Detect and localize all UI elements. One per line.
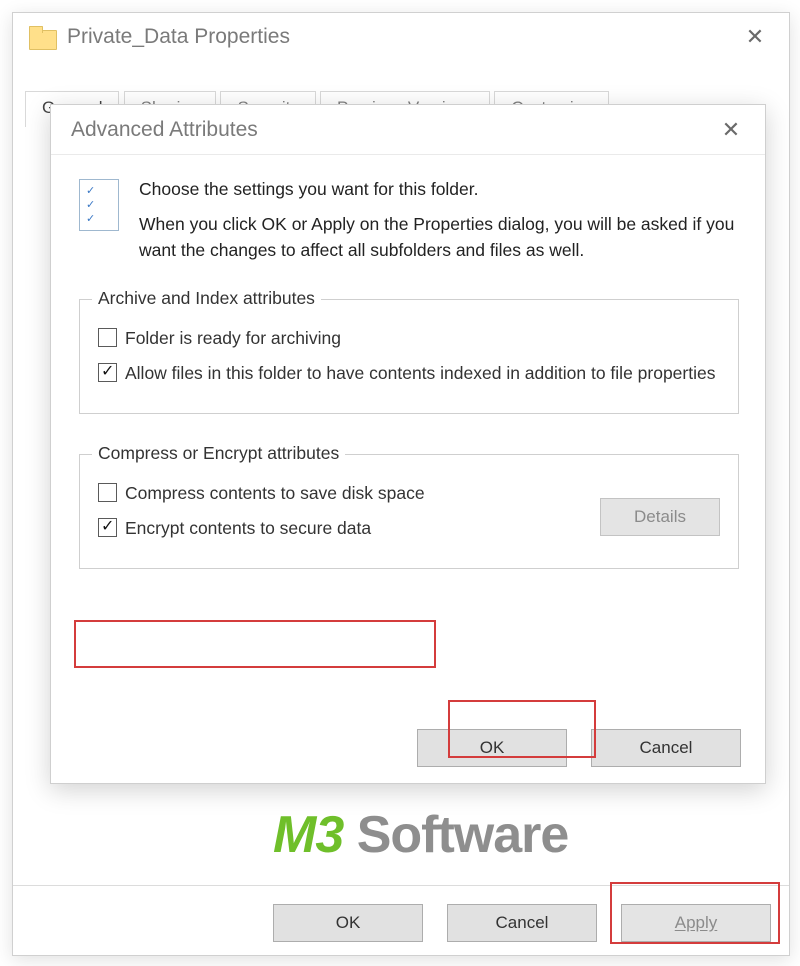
watermark-m3: M3 [273, 806, 343, 864]
watermark-software: Software [343, 806, 568, 864]
properties-title: Private_Data Properties [67, 25, 733, 49]
checkbox-label: Allow files in this folder to have conte… [125, 361, 715, 386]
advanced-attributes-dialog: Advanced Attributes ✕ Choose the setting… [50, 104, 766, 784]
watermark-logo: M3 Software [273, 805, 568, 865]
advanced-description: Choose the settings you want for this fo… [79, 177, 739, 273]
properties-close-button[interactable]: ✕ [733, 20, 777, 54]
properties-apply-button[interactable]: Apply [621, 904, 771, 942]
checkbox-encrypt[interactable]: Encrypt contents to secure data [98, 516, 600, 541]
encrypt-legend: Compress or Encrypt attributes [92, 443, 345, 464]
checkbox-label: Encrypt contents to secure data [125, 516, 371, 541]
folder-icon [29, 26, 55, 48]
checkbox-icon [98, 328, 117, 347]
advanced-body: Choose the settings you want for this fo… [51, 155, 765, 783]
properties-button-row: OK Cancel Apply [13, 885, 789, 941]
explain-text: When you click OK or Apply on the Proper… [139, 212, 739, 263]
properties-titlebar: Private_Data Properties ✕ [13, 13, 789, 61]
advanced-close-button[interactable]: ✕ [709, 112, 753, 148]
encrypt-groupbox: Compress or Encrypt attributes Compress … [79, 454, 739, 569]
checkbox-allow-indexing[interactable]: Allow files in this folder to have conte… [98, 361, 720, 386]
properties-cancel-button[interactable]: Cancel [447, 904, 597, 942]
advanced-cancel-button[interactable]: Cancel [591, 729, 741, 767]
advanced-titlebar: Advanced Attributes ✕ [51, 105, 765, 155]
close-icon: ✕ [746, 24, 764, 50]
checkbox-icon [98, 518, 117, 537]
checkbox-icon [98, 483, 117, 502]
archive-groupbox: Archive and Index attributes Folder is r… [79, 299, 739, 414]
properties-ok-button[interactable]: OK [273, 904, 423, 942]
attributes-icon [79, 179, 119, 231]
checkbox-ready-for-archiving[interactable]: Folder is ready for archiving [98, 326, 720, 351]
advanced-ok-button[interactable]: OK [417, 729, 567, 767]
details-button: Details [600, 498, 720, 536]
checkbox-icon [98, 363, 117, 382]
advanced-title: Advanced Attributes [71, 118, 709, 142]
checkbox-compress[interactable]: Compress contents to save disk space [98, 481, 600, 506]
archive-legend: Archive and Index attributes [92, 288, 321, 309]
apply-label: Apply [675, 913, 718, 932]
checkbox-label: Folder is ready for archiving [125, 326, 341, 351]
close-icon: ✕ [722, 117, 740, 143]
advanced-button-row: OK Cancel [417, 729, 741, 767]
choose-text: Choose the settings you want for this fo… [139, 177, 739, 202]
checkbox-label: Compress contents to save disk space [125, 481, 425, 506]
